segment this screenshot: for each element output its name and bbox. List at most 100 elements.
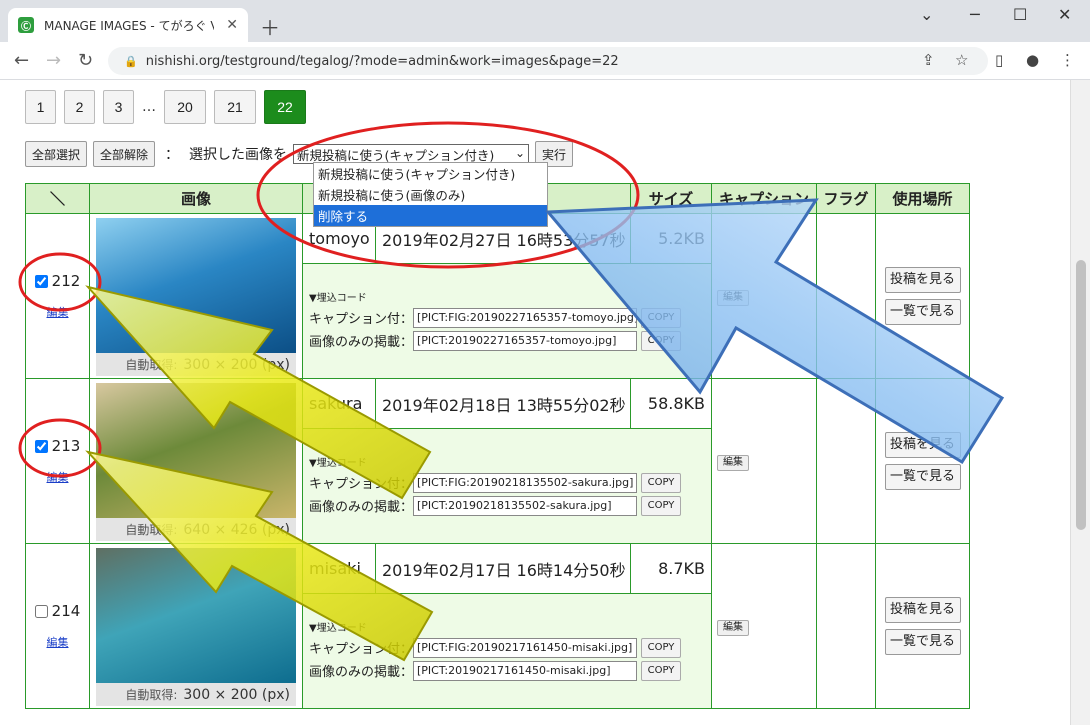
view-list-button[interactable]: 一覧で見る <box>884 629 961 655</box>
row-edit-link[interactable]: 編集 <box>26 304 89 320</box>
image-thumbnail[interactable] <box>96 548 296 683</box>
caption-code-label: キャプション付： <box>309 642 414 657</box>
bulk-action-selected: 新規投稿に使う(キャプション付き) <box>297 147 495 163</box>
caption-code-field[interactable]: [PICT:FIG:20190218135502-sakura.jpg] <box>413 472 637 493</box>
forward-icon[interactable]: → <box>46 50 61 71</box>
caption-code-field[interactable]: [PICT:FIG:20190227165357-tomoyo.jpg] <box>413 307 637 328</box>
embed-image-row: 画像のみの掲載： [PICT:20190217161450-misaki.jpg… <box>309 660 705 681</box>
image-thumbnail[interactable] <box>96 218 296 353</box>
image-code-field[interactable]: [PICT:20190218135502-sakura.jpg] <box>413 495 637 516</box>
pagination: 1 2 3 … 20 21 22 <box>25 90 314 124</box>
row-checkbox-label[interactable]: 214 <box>34 602 80 620</box>
embed-caption-row: キャプション付： [PICT:FIG:20190217161450-misaki… <box>309 637 705 658</box>
row-edit-link[interactable]: 編集 <box>26 634 89 650</box>
table-row: 213 編集 自動取得: 640 × 426 (px) sakura 2019年… <box>25 378 970 544</box>
embed-code-cell: ▼埋込コード キャプション付： [PICT:FIG:20190217161450… <box>302 593 712 709</box>
page-link-3[interactable]: 3 <box>103 90 134 124</box>
browser-tabstrip: Ⓒ MANAGE IMAGES - てがろぐ Ver 3 ✕ ＋ ⌄ ─ ☐ ✕ <box>0 0 1090 42</box>
image-dimensions: 自動取得: 640 × 426 (px) <box>96 518 296 541</box>
image-code-field[interactable]: [PICT:20190227165357-tomoyo.jpg] <box>413 330 637 351</box>
image-code-label: 画像のみの掲載： <box>309 335 414 350</box>
tab-search-icon[interactable]: ⌄ <box>920 5 933 24</box>
copy-image-button[interactable]: COPY <box>641 495 681 516</box>
dropdown-option-delete[interactable]: 削除する <box>314 205 547 226</box>
bulk-action-select[interactable]: 新規投稿に使う(キャプション付き) ⌄ <box>293 144 530 164</box>
row-checkbox[interactable] <box>34 439 48 453</box>
row-select-cell: 214 編集 <box>25 543 90 709</box>
view-list-button[interactable]: 一覧で見る <box>884 464 961 490</box>
page-link-2[interactable]: 2 <box>64 90 95 124</box>
browser-toolbar: ← → ↻ 🔒 nishishi.org/testground/tegalog/… <box>0 42 1090 80</box>
embed-image-row: 画像のみの掲載： [PICT:20190227165357-tomoyo.jpg… <box>309 330 705 351</box>
image-code-label: 画像のみの掲載： <box>309 500 414 515</box>
image-date: 2019年02月18日 13時55分02秒 <box>375 378 631 429</box>
row-checkbox[interactable] <box>34 604 48 618</box>
page-link-22-current[interactable]: 22 <box>264 90 306 124</box>
row-checkbox-label[interactable]: 212 <box>34 272 80 290</box>
view-post-button[interactable]: 投稿を見る <box>884 432 961 458</box>
view-post-button[interactable]: 投稿を見る <box>884 267 961 293</box>
bulk-action-dropdown: 新規投稿に使う(キャプション付き) 新規投稿に使う(画像のみ) 削除する <box>313 162 548 227</box>
image-code-field[interactable]: [PICT:20190217161450-misaki.jpg] <box>413 660 637 681</box>
header-select: ＼ <box>25 183 90 214</box>
scrollbar-thumb[interactable] <box>1076 260 1086 530</box>
view-list-button[interactable]: 一覧で見る <box>884 299 961 325</box>
favicon-icon: Ⓒ <box>18 17 34 33</box>
usage-cell: 投稿を見る 一覧で見る <box>875 378 970 544</box>
select-all-button[interactable]: 全部選択 <box>25 141 88 167</box>
share-icon[interactable]: ⇪ <box>922 51 935 69</box>
lock-icon: 🔒 <box>124 54 138 68</box>
dropdown-option[interactable]: 新規投稿に使う(キャプション付き) <box>314 163 547 184</box>
embed-caption-row: キャプション付： [PICT:FIG:20190218135502-sakura… <box>309 472 705 493</box>
copy-caption-button[interactable]: COPY <box>641 637 681 658</box>
minimize-icon[interactable]: ─ <box>970 5 980 24</box>
page-link-1[interactable]: 1 <box>25 90 56 124</box>
flag-cell <box>816 543 876 709</box>
copy-image-button[interactable]: COPY <box>641 660 681 681</box>
image-dimensions: 自動取得: 300 × 200 (px) <box>96 353 296 376</box>
embed-image-row: 画像のみの掲載： [PICT:20190218135502-sakura.jpg… <box>309 495 705 516</box>
address-bar[interactable]: 🔒 nishishi.org/testground/tegalog/?mode=… <box>108 47 988 75</box>
copy-image-button[interactable]: COPY <box>641 330 681 351</box>
usage-cell: 投稿を見る 一覧で見る <box>875 543 970 709</box>
image-thumbnail[interactable] <box>96 383 296 518</box>
caption-edit-button[interactable]: 編集 <box>717 290 749 306</box>
url-text: nishishi.org/testground/tegalog/?mode=ad… <box>145 53 619 69</box>
dropdown-option[interactable]: 新規投稿に使う(画像のみ) <box>314 184 547 205</box>
caption-edit-button[interactable]: 編集 <box>717 620 749 636</box>
side-panel-icon[interactable]: ▯ <box>995 51 1003 69</box>
copy-caption-button[interactable]: COPY <box>641 307 681 328</box>
table-row: 214 編集 自動取得: 300 × 200 (px) misaki 2019年… <box>25 543 970 709</box>
close-tab-icon[interactable]: ✕ <box>226 17 238 33</box>
bookmark-star-icon[interactable]: ☆ <box>955 51 968 69</box>
maximize-icon[interactable]: ☐ <box>1013 5 1027 24</box>
page-link-21[interactable]: 21 <box>214 90 256 124</box>
header-image: 画像 <box>89 183 303 214</box>
browser-tab[interactable]: Ⓒ MANAGE IMAGES - てがろぐ Ver 3 ✕ <box>8 8 248 42</box>
row-edit-link[interactable]: 編集 <box>26 469 89 485</box>
caption-edit-button[interactable]: 編集 <box>717 455 749 471</box>
deselect-all-button[interactable]: 全部解除 <box>93 141 156 167</box>
page-link-20[interactable]: 20 <box>164 90 206 124</box>
close-window-icon[interactable]: ✕ <box>1058 5 1071 24</box>
back-icon[interactable]: ← <box>14 50 29 71</box>
flag-cell <box>816 378 876 544</box>
header-flag: フラグ <box>816 183 876 214</box>
row-checkbox[interactable] <box>34 274 48 288</box>
image-date: 2019年02月17日 16時14分50秒 <box>375 543 631 594</box>
embed-heading: ▼埋込コード <box>309 292 367 304</box>
view-post-button[interactable]: 投稿を見る <box>884 597 961 623</box>
image-name: sakura <box>302 378 376 429</box>
copy-caption-button[interactable]: COPY <box>641 472 681 493</box>
row-checkbox-label[interactable]: 213 <box>34 437 80 455</box>
header-size: サイズ <box>630 183 712 214</box>
menu-icon[interactable]: ⋮ <box>1060 51 1075 69</box>
profile-icon[interactable]: ● <box>1026 51 1039 69</box>
page-scrollbar[interactable] <box>1070 80 1090 725</box>
reload-icon[interactable]: ↻ <box>78 50 93 71</box>
page-content: 1 2 3 … 20 21 22 全部選択 全部解除 ： 選択した画像を 新規投… <box>15 80 1060 725</box>
caption-code-field[interactable]: [PICT:FIG:20190217161450-misaki.jpg] <box>413 637 637 658</box>
pagination-ellipsis: … <box>142 99 156 115</box>
new-tab-icon[interactable]: ＋ <box>260 12 280 41</box>
image-code-label: 画像のみの掲載： <box>309 665 414 680</box>
